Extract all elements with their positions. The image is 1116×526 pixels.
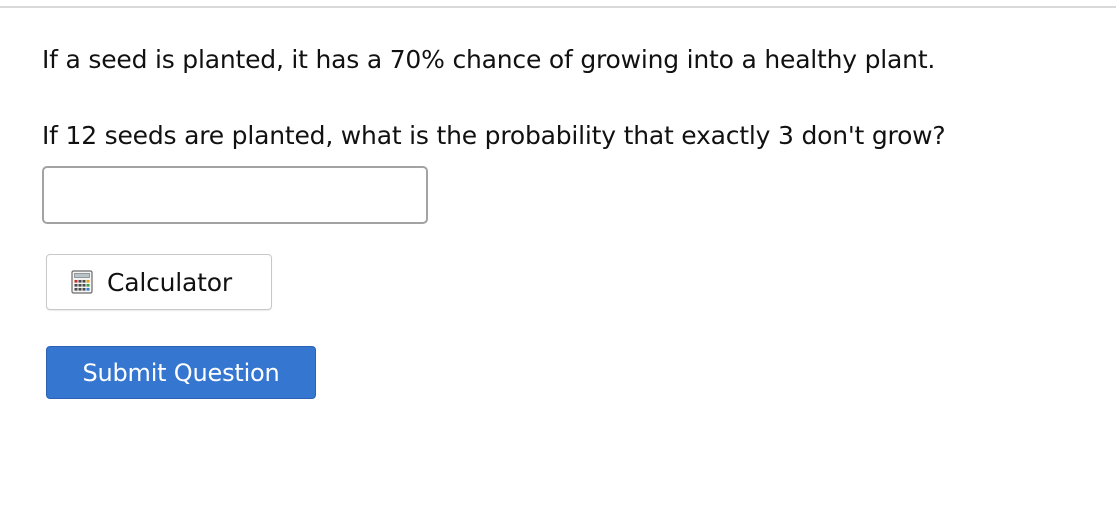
- question-text-line-1: If a seed is planted, it has a 70% chanc…: [42, 45, 936, 74]
- question-text-line-2: If 12 seeds are planted, what is the pro…: [42, 121, 946, 150]
- top-divider: [0, 6, 1116, 8]
- calculator-label: Calculator: [107, 267, 232, 297]
- calculator-icon: [71, 270, 93, 294]
- answer-input[interactable]: [42, 166, 428, 224]
- submit-question-button[interactable]: Submit Question: [46, 346, 316, 399]
- calculator-button[interactable]: Calculator: [46, 254, 272, 310]
